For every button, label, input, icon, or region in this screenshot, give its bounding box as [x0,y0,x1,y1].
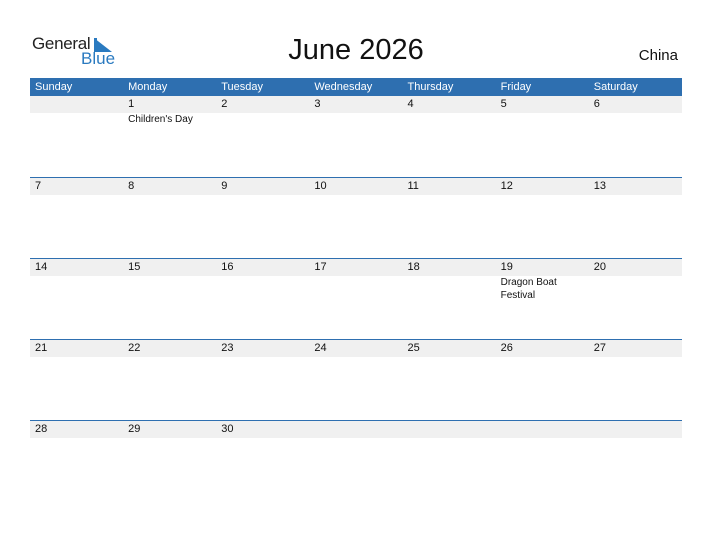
day-number [496,421,589,438]
day-number-bar: 28 29 30 [30,421,682,438]
holiday-label [589,276,682,302]
holiday-label: Children's Day [128,114,193,125]
day-number: 8 [128,180,135,192]
day-number-bar: 1 2 3 4 5 6 [30,96,682,113]
day-number: 5 [500,98,507,110]
holiday-label [30,113,123,126]
holiday-label [216,276,309,302]
day-number: 11 [407,180,419,192]
day-number: 23 [221,342,234,354]
day-number [30,96,123,113]
day-number: 27 [593,342,606,354]
holiday-label [403,113,496,126]
weekday-sunday: Sunday [35,81,73,93]
day-number [589,421,682,438]
holiday-label [309,276,402,302]
day-number: 24 [314,342,327,354]
day-number [309,421,402,438]
holiday-label [589,113,682,126]
day-number: 13 [593,180,606,192]
weekday-thursday: Thursday [407,81,454,93]
weekday-saturday: Saturday [593,81,638,93]
day-number: 18 [407,261,420,273]
holiday-label [123,276,216,302]
holiday-label [216,113,309,126]
day-number-bar: 14 15 16 17 18 19 20 [30,259,682,276]
day-number [403,421,496,438]
day-number: 6 [593,98,600,110]
day-number-bar: 7 8 9 10 11 12 13 [30,178,682,195]
day-number: 25 [407,342,420,354]
holiday-label: Dragon Boat Festival [500,277,557,301]
weekday-friday: Friday [500,81,532,93]
day-number: 29 [128,423,141,435]
day-number: 30 [221,423,234,435]
week-row: 1 2 3 4 5 6 Children's Day [30,96,682,177]
day-number: 2 [221,98,228,110]
day-number-bar: 21 22 23 24 25 26 27 [30,340,682,357]
week-row: 21 22 23 24 25 26 27 [30,339,682,420]
event-row: Children's Day [30,113,682,126]
day-number: 14 [35,261,48,273]
calendar-grid: Sunday Monday Tuesday Wednesday Thursday… [30,78,682,501]
week-row: 7 8 9 10 11 12 13 [30,177,682,258]
day-number: 7 [35,180,42,192]
day-number: 1 [128,98,135,110]
holiday-label [403,276,496,302]
day-number: 21 [35,342,48,354]
event-row: Dragon Boat Festival [30,276,682,302]
holiday-label [309,113,402,126]
week-row: 14 15 16 17 18 19 20 Dragon Boat Festival [30,258,682,339]
weekday-header: Sunday Monday Tuesday Wednesday Thursday… [30,78,682,96]
calendar-title: June 2026 [288,34,424,66]
holiday-label [30,276,123,302]
weekday-tuesday: Tuesday [221,81,264,93]
day-number: 9 [221,180,228,192]
day-number: 28 [35,423,48,435]
day-number: 12 [500,180,513,192]
weekday-monday: Monday [128,81,168,93]
country-label: China [638,47,678,64]
week-row: 28 29 30 [30,420,682,501]
day-number: 3 [314,98,321,110]
day-number: 22 [128,342,141,354]
day-number: 15 [128,261,141,273]
day-number: 26 [500,342,513,354]
day-number: 17 [314,261,327,273]
day-number: 16 [221,261,234,273]
weekday-wednesday: Wednesday [314,81,373,93]
holiday-label [496,113,589,126]
day-number: 19 [500,261,513,273]
day-number: 10 [314,180,327,192]
day-number: 20 [593,261,606,273]
day-number: 4 [407,98,414,110]
